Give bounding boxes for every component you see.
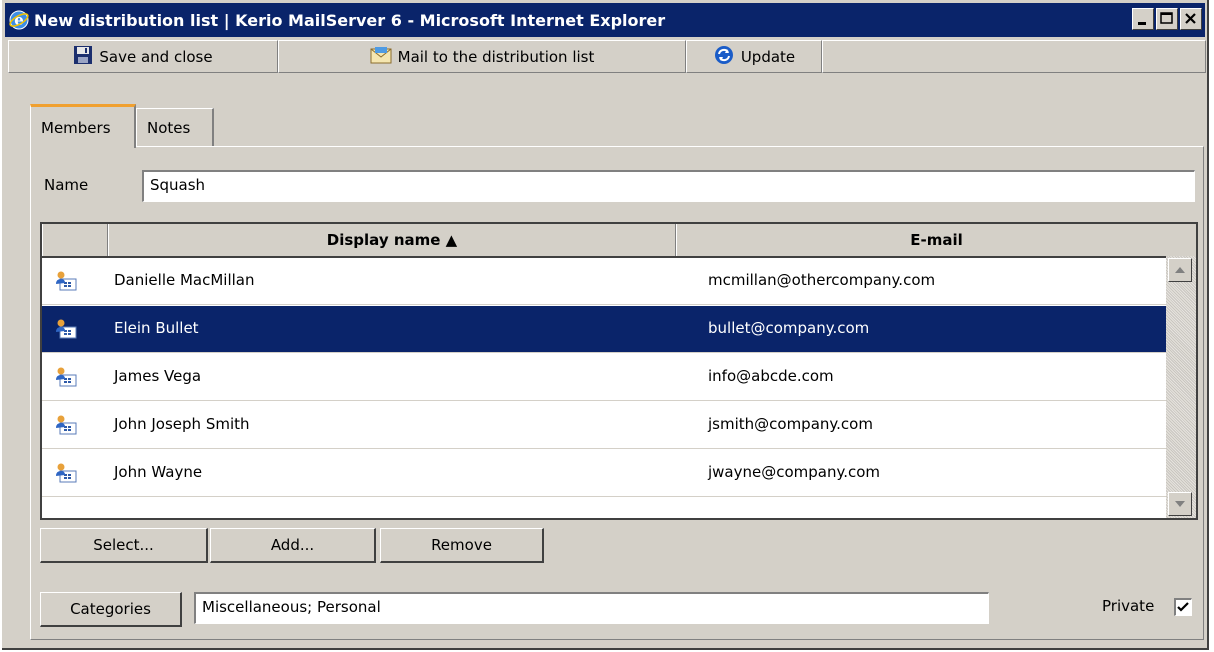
envelope-icon	[370, 46, 392, 68]
table-row[interactable]: John Joseph Smith jsmith@company.com	[42, 402, 1166, 449]
categories-input[interactable]: Miscellaneous; Personal	[194, 592, 989, 624]
grid-header: Display name ▲ E-mail	[42, 224, 1196, 258]
update-button[interactable]: Update	[686, 40, 822, 73]
tab-members-label: Members	[41, 118, 111, 137]
mail-to-list-label: Mail to the distribution list	[397, 47, 595, 66]
window-controls	[1130, 8, 1202, 30]
save-and-close-label: Save and close	[99, 47, 213, 66]
name-label: Name	[44, 176, 89, 194]
add-button-label: Add...	[270, 536, 315, 554]
members-grid: Display name ▲ E-mail Danielle MacMillan…	[40, 222, 1198, 520]
display-name-column-header[interactable]: Display name ▲	[108, 224, 676, 256]
select-button-label: Select...	[93, 536, 154, 554]
maximize-button[interactable]	[1156, 8, 1178, 30]
add-button[interactable]: Add...	[210, 528, 376, 563]
private-checkbox[interactable]	[1174, 598, 1192, 616]
toolbar: Save and close Mail to the distribution …	[8, 39, 1206, 95]
tab-members[interactable]: Members	[30, 104, 136, 148]
name-input[interactable]: Squash	[142, 170, 1195, 202]
contact-card-icon	[54, 270, 78, 292]
row-display-name: John Joseph Smith	[114, 415, 250, 433]
minimize-button[interactable]	[1132, 8, 1154, 30]
floppy-disk-icon	[73, 45, 93, 69]
close-button[interactable]	[1180, 8, 1202, 30]
table-row[interactable]: Elein Bullet bullet@company.com	[42, 306, 1166, 353]
tab-notes-label: Notes	[147, 118, 191, 137]
display-name-header-label: Display name ▲	[326, 231, 458, 249]
row-display-name: James Vega	[114, 367, 202, 385]
select-button[interactable]: Select...	[40, 528, 208, 563]
row-email: jwayne@company.com	[708, 463, 881, 481]
arrow-down-icon	[1175, 501, 1185, 507]
email-header-label: E-mail	[910, 231, 963, 249]
icon-column-header	[42, 224, 108, 256]
row-email: jsmith@company.com	[708, 415, 873, 433]
table-row[interactable]: John Wayne jwayne@company.com	[42, 450, 1166, 497]
remove-button[interactable]: Remove	[380, 528, 544, 563]
contact-card-icon	[54, 414, 78, 436]
row-display-name: Elein Bullet	[114, 319, 199, 337]
scroll-down-button[interactable]	[1168, 492, 1192, 516]
update-label: Update	[740, 47, 796, 66]
tab-strip: Members Notes	[30, 104, 214, 148]
row-email: info@abcde.com	[708, 367, 834, 385]
row-display-name: Danielle MacMillan	[114, 271, 255, 289]
arrow-up-icon	[1175, 267, 1185, 273]
grid-scrollbar[interactable]	[1166, 256, 1196, 518]
row-display-name: John Wayne	[114, 463, 203, 481]
categories-button-label: Categories	[70, 600, 151, 618]
private-label: Private	[1102, 597, 1155, 615]
toolbar-spacer	[822, 40, 1206, 73]
tab-notes[interactable]: Notes	[136, 108, 214, 146]
row-email: mcmillan@othercompany.com	[708, 271, 936, 289]
contact-card-icon	[54, 462, 78, 484]
browser-window: e New distribution list | Kerio MailServ…	[2, 0, 1209, 650]
internet-explorer-icon: e	[8, 9, 30, 31]
contact-card-icon	[54, 366, 78, 388]
remove-button-label: Remove	[431, 536, 492, 554]
table-row[interactable]: James Vega info@abcde.com	[42, 354, 1166, 401]
email-column-header[interactable]: E-mail	[676, 224, 1196, 256]
table-row[interactable]: Danielle MacMillan mcmillan@othercompany…	[42, 258, 1166, 305]
categories-button[interactable]: Categories	[40, 592, 182, 627]
window-title: New distribution list | Kerio MailServer…	[34, 10, 666, 30]
title-bar[interactable]: e New distribution list | Kerio MailServ…	[5, 3, 1205, 37]
contact-card-icon	[54, 318, 78, 340]
row-email: bullet@company.com	[708, 319, 870, 337]
checkmark-icon	[1177, 602, 1189, 612]
scroll-up-button[interactable]	[1168, 258, 1192, 282]
save-and-close-button[interactable]: Save and close	[8, 40, 278, 73]
mail-to-list-button[interactable]: Mail to the distribution list	[278, 40, 686, 73]
refresh-icon	[713, 44, 735, 70]
